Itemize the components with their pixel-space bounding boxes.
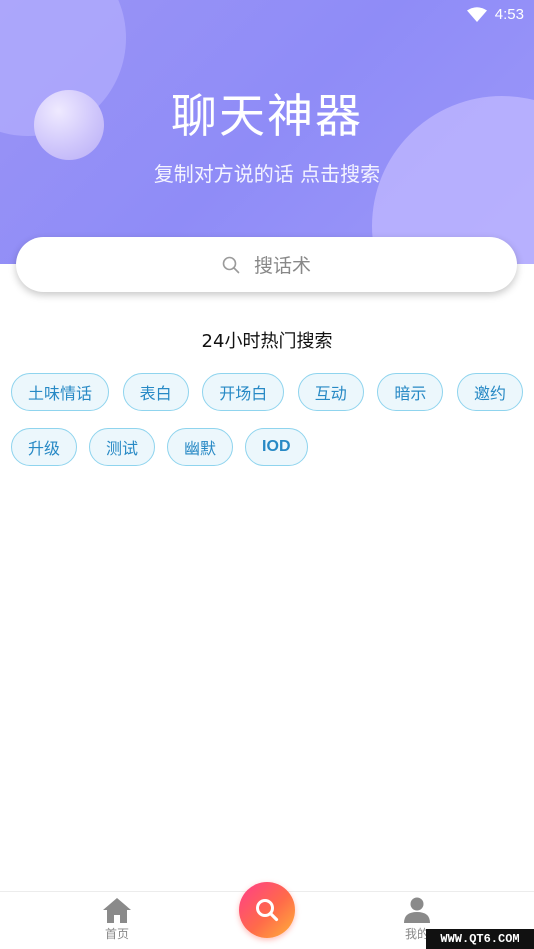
app-subtitle: 复制对方说的话 点击搜索	[153, 162, 381, 186]
app-title: 聊天神器	[171, 89, 363, 143]
hero-banner: 4:53 聊天神器 复制对方说的话 点击搜索	[0, 0, 534, 264]
tag-hudong[interactable]: 互动	[297, 373, 364, 411]
tag-row: 升级 测试 幽默 IOD	[11, 428, 523, 466]
search-icon	[222, 256, 240, 273]
search-fab-button[interactable]	[239, 882, 295, 938]
watermark: WWW.QT6.COM	[426, 929, 534, 949]
user-icon	[404, 897, 430, 923]
search-placeholder: 搜话术	[253, 255, 311, 277]
tag-shengji[interactable]: 升级	[11, 428, 78, 466]
status-bar: 4:53	[466, 0, 524, 28]
tag-yaoyue[interactable]: 邀约	[456, 373, 523, 411]
tag-kaichangbai[interactable]: 开场白	[202, 373, 285, 411]
status-time: 4:53	[494, 5, 524, 23]
search-input[interactable]: 搜话术	[16, 237, 517, 292]
tab-home-label: 首页	[104, 927, 129, 941]
tag-ceshi[interactable]: 测试	[89, 428, 156, 466]
tab-home[interactable]: 首页	[96, 896, 138, 942]
tag-biaobai[interactable]: 表白	[122, 373, 189, 411]
tag-anshi[interactable]: 暗示	[377, 373, 444, 411]
tag-tuwei[interactable]: 土味情话	[11, 373, 110, 411]
tag-youmo[interactable]: 幽默	[167, 428, 234, 466]
tag-iod[interactable]: IOD	[245, 428, 308, 466]
wifi-icon	[466, 6, 487, 22]
home-icon	[103, 898, 131, 923]
search-icon	[256, 899, 279, 922]
hot-search-title: 24小时热门搜索	[201, 331, 333, 352]
hot-tags: 土味情话 表白 开场白 互动 暗示 邀约 升级 测试 幽默 IOD	[11, 373, 523, 483]
tag-row: 土味情话 表白 开场白 互动 暗示 邀约	[11, 373, 523, 411]
